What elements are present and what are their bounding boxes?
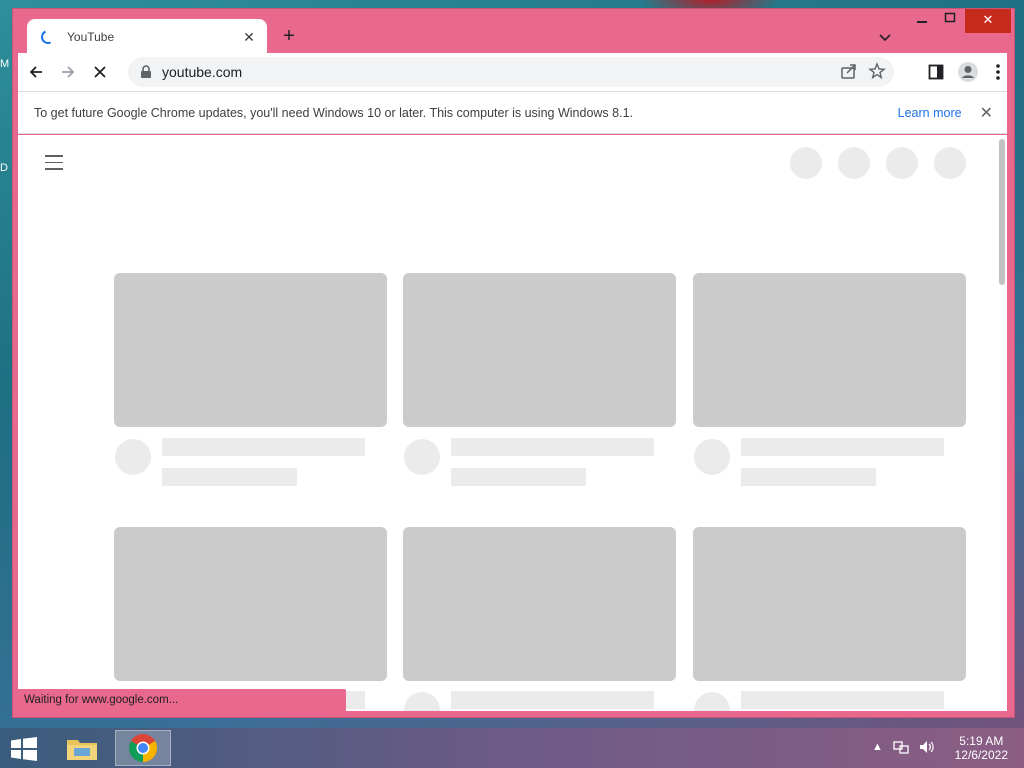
- video-thumbnail-placeholder: [403, 527, 676, 681]
- channel-avatar-placeholder: [694, 439, 730, 475]
- desktop-icon-label[interactable]: M: [0, 58, 9, 70]
- page-content: [18, 135, 1007, 711]
- meta-placeholder: [741, 468, 876, 486]
- tab-title: YouTube: [67, 30, 115, 44]
- url-text[interactable]: youtube.com: [162, 64, 242, 80]
- side-panel-icon: [928, 64, 944, 80]
- file-explorer-taskbar-button[interactable]: [54, 730, 110, 766]
- chrome-taskbar-button[interactable]: [115, 730, 171, 766]
- profile-button[interactable]: [954, 58, 982, 86]
- header-placeholder-circle: [886, 147, 918, 179]
- forward-button[interactable]: [54, 58, 82, 86]
- show-hidden-icons-icon[interactable]: ▲: [872, 741, 883, 753]
- forward-arrow-icon: [62, 66, 75, 78]
- meta-placeholder: [451, 468, 586, 486]
- system-tray: ▲: [872, 740, 935, 754]
- channel-avatar-placeholder: [404, 439, 440, 475]
- hamburger-menu-icon[interactable]: [45, 155, 63, 175]
- video-thumbnail-placeholder: [114, 527, 387, 681]
- folder-icon: [67, 740, 97, 760]
- header-placeholder-circle: [838, 147, 870, 179]
- side-panel-button[interactable]: [922, 58, 950, 86]
- windows-logo-icon: [11, 737, 37, 761]
- chrome-logo-icon: [129, 734, 157, 762]
- title-placeholder: [451, 438, 654, 456]
- share-icon[interactable]: [840, 62, 858, 80]
- video-thumbnail-placeholder: [693, 527, 966, 681]
- video-thumbnail-placeholder: [693, 273, 966, 427]
- infobar-close-icon[interactable]: ✕: [980, 103, 993, 123]
- desktop-icon-label[interactable]: D: [0, 162, 8, 174]
- loading-spinner-icon: [39, 28, 57, 46]
- infobar-message: To get future Google Chrome updates, you…: [34, 105, 633, 120]
- chevron-down-icon: [879, 34, 891, 42]
- profile-avatar-icon: [958, 62, 978, 82]
- title-placeholder: [451, 691, 654, 709]
- taskbar-clock[interactable]: 5:19 AM 12/6/2022: [955, 734, 1008, 762]
- maximize-button[interactable]: [933, 9, 967, 33]
- browser-toolbar: youtube.com: [18, 53, 1007, 91]
- back-button[interactable]: [22, 58, 50, 86]
- clock-time: 5:19 AM: [959, 734, 1004, 748]
- lock-icon[interactable]: [140, 65, 152, 79]
- tab-youtube[interactable]: YouTube ✕: [27, 19, 267, 55]
- channel-avatar-placeholder: [115, 439, 151, 475]
- title-placeholder: [162, 438, 365, 456]
- tab-search-button[interactable]: [875, 27, 895, 47]
- start-button[interactable]: [10, 737, 38, 761]
- title-placeholder: [741, 438, 944, 456]
- tab-strip: YouTube ✕ + ✕: [13, 9, 1014, 55]
- stop-x-icon: [94, 66, 106, 78]
- update-infobar: To get future Google Chrome updates, you…: [18, 91, 1007, 134]
- back-arrow-icon: [29, 66, 42, 78]
- channel-avatar-placeholder: [694, 692, 730, 711]
- meta-placeholder: [162, 468, 297, 486]
- channel-avatar-placeholder: [404, 692, 440, 711]
- taskbar: ▲ 5:19 AM 12/6/2022: [0, 728, 1024, 768]
- three-dot-menu-icon: [996, 64, 1000, 80]
- video-thumbnail-placeholder: [114, 273, 387, 427]
- title-placeholder: [741, 691, 944, 709]
- learn-more-link[interactable]: Learn more: [898, 106, 962, 120]
- bookmark-star-icon[interactable]: [868, 62, 886, 80]
- volume-icon[interactable]: [919, 740, 935, 754]
- status-bubble: Waiting for www.google.com...: [18, 689, 346, 711]
- tab-close-icon[interactable]: ✕: [241, 29, 257, 46]
- omnibox-actions: [840, 62, 886, 80]
- close-window-button[interactable]: ✕: [965, 9, 1011, 33]
- stop-button[interactable]: [86, 58, 114, 86]
- network-icon[interactable]: [893, 740, 909, 754]
- address-bar[interactable]: youtube.com: [128, 57, 894, 87]
- maximize-icon: [944, 12, 956, 23]
- minimize-icon: [917, 21, 927, 23]
- chrome-window: YouTube ✕ + ✕ youtube.com To get future …: [12, 8, 1015, 718]
- header-placeholder-circle: [934, 147, 966, 179]
- header-placeholder-circle: [790, 147, 822, 179]
- video-thumbnail-placeholder: [403, 273, 676, 427]
- new-tab-button[interactable]: +: [277, 25, 301, 49]
- vertical-scrollbar[interactable]: [999, 139, 1005, 285]
- menu-button[interactable]: [984, 58, 1012, 86]
- clock-date: 12/6/2022: [954, 748, 1008, 762]
